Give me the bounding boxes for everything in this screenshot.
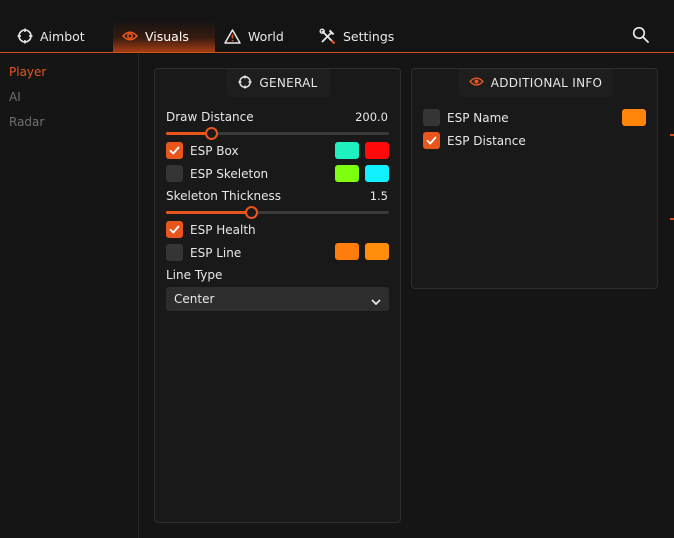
sidebar-item-ai[interactable]: AI — [9, 90, 21, 104]
additional-info-panel-title: ADDITIONAL INFO — [490, 76, 603, 90]
esp-line-checkbox[interactable] — [166, 244, 183, 261]
esp-health-label: ESP Health — [190, 223, 256, 237]
esp-box-color-1[interactable] — [335, 142, 359, 159]
additional-info-panel-header: ADDITIONAL INFO — [458, 69, 613, 97]
tab-aimbot-label: Aimbot — [40, 28, 85, 44]
sidebar: Player AI Radar — [0, 54, 139, 538]
esp-name-label: ESP Name — [447, 111, 509, 125]
sidebar-item-player[interactable]: Player — [9, 65, 46, 79]
tab-world[interactable]: World — [218, 20, 308, 52]
skeleton-thickness-slider[interactable] — [166, 206, 389, 219]
esp-line-label: ESP Line — [190, 246, 242, 260]
tab-aimbot[interactable]: Aimbot — [10, 20, 106, 52]
esp-box-color-2[interactable] — [365, 142, 389, 159]
edge-accent-mark — [670, 134, 674, 136]
esp-skeleton-label: ESP Skeleton — [190, 167, 269, 181]
draw-distance-slider-thumb[interactable] — [204, 127, 218, 140]
esp-distance-label: ESP Distance — [447, 134, 526, 148]
draw-distance-slider-fill — [166, 132, 211, 135]
search-button[interactable] — [632, 26, 652, 46]
tab-settings-label: Settings — [343, 28, 395, 44]
crosshair-icon — [17, 28, 33, 44]
esp-line-color-2[interactable] — [365, 243, 389, 260]
sidebar-item-radar[interactable]: Radar — [9, 115, 44, 129]
esp-name-color[interactable] — [622, 109, 646, 126]
general-panel-title: GENERAL — [259, 76, 318, 90]
warning-triangle-icon — [224, 28, 241, 44]
eye-icon — [122, 30, 138, 42]
tab-visuals-label: Visuals — [145, 28, 189, 44]
skeleton-thickness-value: 1.5 — [369, 189, 388, 203]
esp-box-label: ESP Box — [190, 144, 239, 158]
esp-distance-checkbox[interactable] — [423, 132, 440, 149]
esp-line-color-1[interactable] — [335, 243, 359, 260]
search-icon — [632, 26, 650, 47]
skeleton-thickness-slider-thumb[interactable] — [244, 206, 258, 219]
draw-distance-value: 200.0 — [355, 110, 388, 124]
esp-name-checkbox[interactable] — [423, 109, 440, 126]
esp-health-checkbox[interactable] — [166, 221, 183, 238]
tab-world-label: World — [248, 28, 284, 44]
draw-distance-label: Draw Distance — [166, 110, 254, 124]
general-panel: GENERAL Draw Distance 200.0 ESP Box ESP … — [154, 68, 401, 523]
skeleton-thickness-label: Skeleton Thickness — [166, 189, 282, 203]
general-panel-header: GENERAL — [226, 69, 330, 97]
top-tab-bar: Aimbot Visuals World Settings — [0, 0, 674, 53]
esp-skeleton-color-1[interactable] — [335, 165, 359, 182]
additional-info-panel: ADDITIONAL INFO ESP Name ESP Distance — [411, 68, 658, 289]
esp-box-checkbox[interactable] — [166, 142, 183, 159]
eye-icon — [468, 76, 484, 90]
esp-skeleton-color-2[interactable] — [365, 165, 389, 182]
edge-accent-mark — [670, 218, 674, 220]
crosshair-icon — [238, 74, 252, 92]
line-type-selected: Center — [174, 292, 215, 306]
draw-distance-slider[interactable] — [166, 127, 389, 140]
tab-settings[interactable]: Settings — [313, 20, 423, 52]
line-type-select[interactable]: Center — [166, 287, 389, 311]
chevron-down-icon — [371, 295, 381, 309]
skeleton-thickness-slider-fill — [166, 211, 251, 214]
tab-visuals[interactable]: Visuals — [113, 20, 215, 52]
line-type-label: Line Type — [166, 268, 223, 282]
esp-skeleton-checkbox[interactable] — [166, 165, 183, 182]
tools-icon — [319, 28, 336, 45]
